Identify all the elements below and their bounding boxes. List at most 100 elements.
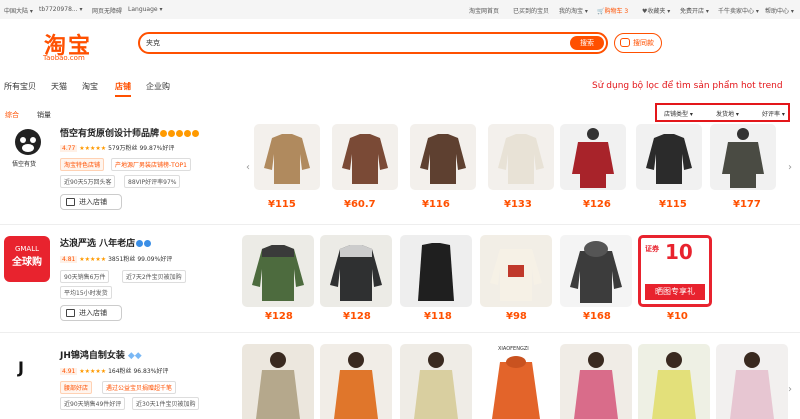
badge-icon: [176, 130, 184, 137]
shop-tag: 近90天5万回头客: [60, 175, 116, 188]
product-price: ¥98: [506, 311, 527, 322]
jacket-icon: [498, 134, 544, 184]
image-search-button[interactable]: 搜同款: [614, 33, 662, 53]
shop-rating: 4.91 ★★★★★ 164粉丝 96.83%好评: [60, 366, 168, 375]
product-image[interactable]: [710, 124, 776, 190]
product-image[interactable]: [332, 124, 398, 190]
rating-score: 4.77: [60, 145, 78, 152]
shop-icon: [66, 198, 75, 206]
promo-coupon-card[interactable]: 证券 10 晒图专享礼: [638, 235, 712, 307]
filter-ship-from[interactable]: 发货地 ▾: [716, 109, 739, 118]
badge-icon: [168, 130, 176, 137]
product-image[interactable]: [560, 344, 632, 419]
model-jacket-icon: [572, 128, 614, 188]
filter-shop-type[interactable]: 店铺类型 ▾: [664, 109, 693, 118]
product-image[interactable]: [560, 235, 632, 307]
product-image[interactable]: [242, 235, 314, 307]
jacket-icon: [264, 134, 310, 184]
product-image[interactable]: [636, 124, 702, 190]
top-bar: 中国大陆 ▾ tb7720978... ▾ 网页无障碍 Language ▾ 淘…: [0, 0, 800, 19]
camera-icon: [620, 38, 630, 47]
fans-count: 3851粉丝: [108, 256, 136, 263]
help-center-link[interactable]: 帮助中心 ▾: [765, 6, 794, 15]
enter-shop-button[interactable]: 进入店铺: [60, 305, 122, 321]
product-image[interactable]: [320, 235, 392, 307]
shop-name-text: 悟空有货原创设计师品牌: [60, 129, 160, 139]
tab-tmall[interactable]: 天猫: [51, 81, 67, 92]
shop-logo-caption: 悟空有货: [12, 161, 37, 168]
product-image[interactable]: [716, 344, 788, 419]
chevron-right-icon[interactable]: ›: [788, 162, 792, 173]
product-image[interactable]: [410, 124, 476, 190]
product-image[interactable]: [480, 235, 552, 307]
model-jacket-icon: [722, 128, 764, 188]
favorites-link[interactable]: ♥收藏夹 ▾: [642, 6, 670, 15]
my-taobao-link[interactable]: 我的淘宝 ▾: [559, 6, 588, 15]
shop-tag: 近30天1件宝贝被加购: [132, 397, 200, 410]
badge-icon: [192, 130, 200, 137]
shop-name[interactable]: 悟空有货原创设计师品牌: [60, 126, 200, 139]
shop-logo-gmall[interactable]: GMALL 全球购: [4, 236, 50, 282]
product-image[interactable]: [560, 124, 626, 190]
product-price: ¥133: [504, 199, 532, 210]
product-price: ¥10: [667, 311, 688, 322]
enter-shop-button[interactable]: 进入店铺: [60, 194, 122, 210]
jacket-icon: [646, 134, 692, 184]
tab-all-items[interactable]: 所有宝贝: [4, 81, 36, 92]
product-price: ¥115: [659, 199, 687, 210]
home-link[interactable]: 淘宝网首页: [469, 6, 499, 15]
product-image[interactable]: [400, 344, 472, 419]
cart-label: 购物车 3: [604, 8, 629, 15]
model-jacket-icon: [652, 352, 696, 419]
tab-enterprise[interactable]: 企业购: [146, 81, 170, 92]
logo-text-top: GMALL: [14, 245, 40, 253]
model-jacket-icon: [334, 352, 378, 419]
tab-shops[interactable]: 店铺: [115, 81, 131, 92]
shop-tag: 腰部好店: [60, 381, 93, 394]
diamond-icon: ◆◆: [127, 351, 142, 361]
promo-label: 证券: [645, 245, 659, 253]
product-image[interactable]: [400, 235, 472, 307]
shop-logo-jh[interactable]: J: [18, 358, 24, 377]
search-input[interactable]: [146, 36, 566, 50]
user-menu[interactable]: tb7720978... ▾: [39, 6, 83, 13]
product-image[interactable]: [254, 124, 320, 190]
fans-count: 164粉丝: [108, 368, 132, 375]
accessibility-link[interactable]: 网页无障碍: [92, 6, 122, 15]
enter-shop-label: 进入店铺: [79, 309, 107, 317]
region-selector[interactable]: 中国大陆 ▾: [4, 6, 33, 15]
product-image[interactable]: [488, 124, 554, 190]
product-image[interactable]: [320, 344, 392, 419]
shop-name[interactable]: JH锦鸿自制女装 ◆◆: [60, 348, 142, 361]
sweater-icon: [490, 249, 542, 301]
open-shop-link[interactable]: 免费开店 ▾: [680, 6, 709, 15]
tab-taobao[interactable]: 淘宝: [82, 81, 98, 92]
shop-logo-wukong[interactable]: 悟空有货: [8, 125, 48, 177]
cart-link[interactable]: 🛒购物车 3: [597, 6, 628, 15]
chevron-right-icon[interactable]: ›: [788, 384, 792, 395]
enter-shop-label: 进入店铺: [79, 198, 107, 206]
rating-score: 4.81: [60, 256, 78, 263]
language-selector[interactable]: Language ▾: [128, 6, 163, 13]
sort-sales[interactable]: 销量: [37, 110, 51, 120]
product-price: ¥177: [733, 199, 761, 210]
monkey-logo-icon: [15, 129, 41, 155]
filter-rating[interactable]: 好评率 ▾: [762, 109, 785, 118]
jacket-icon: [342, 134, 388, 184]
rating-score: 4.91: [60, 368, 78, 375]
shop-name[interactable]: 达浪严选 八年老店: [60, 236, 152, 249]
chevron-left-icon[interactable]: ‹: [246, 162, 250, 173]
shop-rating: 4.77 ★★★★★ 579万粉丝 99.87%好评: [60, 143, 174, 152]
model-jacket-icon: [574, 352, 618, 419]
sort-comprehensive[interactable]: 综合: [5, 110, 19, 120]
favorites-label: 收藏夹 ▾: [647, 8, 671, 15]
shop-name-text: JH锦鸿自制女装: [60, 351, 125, 361]
seller-center-link[interactable]: 千牛卖家中心 ▾: [718, 6, 759, 15]
product-image[interactable]: [638, 344, 710, 419]
bought-link[interactable]: 已买到的宝贝: [513, 6, 549, 15]
shop-rating: 4.81 ★★★★★ 3851粉丝 99.09%好评: [60, 254, 172, 263]
product-price: ¥168: [583, 311, 611, 322]
product-image[interactable]: XIAOFENGZI: [480, 344, 552, 419]
product-image[interactable]: [242, 344, 314, 419]
search-button[interactable]: 搜索: [570, 36, 604, 50]
